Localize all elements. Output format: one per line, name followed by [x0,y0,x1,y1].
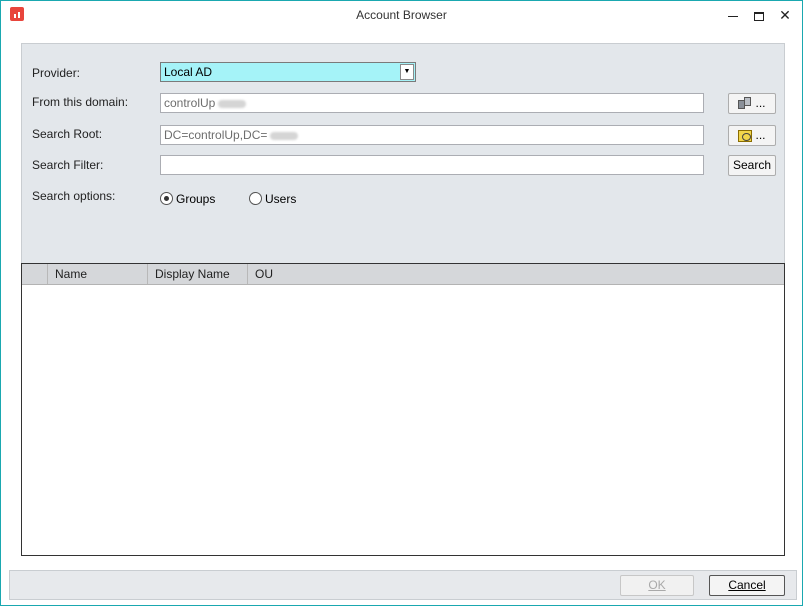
provider-label: Provider: [32,66,81,80]
close-button[interactable]: ✕ [775,5,795,25]
ok-label: OK [648,578,666,592]
redacted-text [270,131,299,140]
redacted-text [218,99,247,108]
column-header-display-name[interactable]: Display Name [148,264,248,284]
domain-label: From this domain: [32,95,129,109]
ok-button[interactable]: OK [620,575,694,596]
search-button[interactable]: Search [728,155,776,176]
search-options-label: Search options: [32,189,116,203]
browse-domain-button[interactable]: ... [728,93,776,114]
close-icon: ✕ [779,7,791,23]
browse-dots: ... [755,128,766,142]
search-root-value: DC=controlUp,DC= [164,128,268,142]
groups-label: Groups [176,192,216,206]
title-bar: Account Browser ✕ [1,1,802,31]
minimize-button[interactable] [723,5,743,25]
search-root-field[interactable]: DC=controlUp,DC= [160,125,704,145]
browse-search-root-button[interactable]: ... [728,125,776,146]
dialog-footer: OK Cancel [9,570,797,600]
maximize-button[interactable] [749,5,769,25]
maximize-icon [754,11,764,21]
column-header-name[interactable]: Name [48,264,148,284]
provider-dropdown[interactable]: Local AD ▼ [160,62,416,82]
folder-search-icon [738,129,753,142]
radio-unchecked-icon[interactable] [249,192,262,205]
search-options-panel: Provider: Local AD ▼ From this domain: c… [21,43,785,264]
minimize-icon [728,15,738,17]
grid-header: Name Display Name OU [22,264,784,285]
search-filter-label: Search Filter: [32,158,104,172]
account-browser-window: Account Browser ✕ Provider: Local AD ▼ F… [0,0,803,606]
row-selector-header[interactable] [22,264,48,284]
cancel-label: Cancel [728,578,766,592]
radio-checked-icon[interactable] [160,192,173,205]
browse-dots: ... [755,96,766,110]
domain-value: controlUp [164,96,216,110]
chevron-down-icon[interactable]: ▼ [400,64,414,80]
users-label: Users [265,192,297,206]
domain-field[interactable]: controlUp [160,93,704,113]
search-filter-input[interactable] [160,155,704,175]
cancel-button[interactable]: Cancel [709,575,785,596]
column-header-ou[interactable]: OU [248,264,784,284]
window-title: Account Browser [356,8,447,22]
provider-value: Local AD [164,65,213,79]
results-grid[interactable]: Name Display Name OU [21,263,785,556]
domain-computers-icon [738,97,752,110]
search-root-label: Search Root: [32,127,103,141]
